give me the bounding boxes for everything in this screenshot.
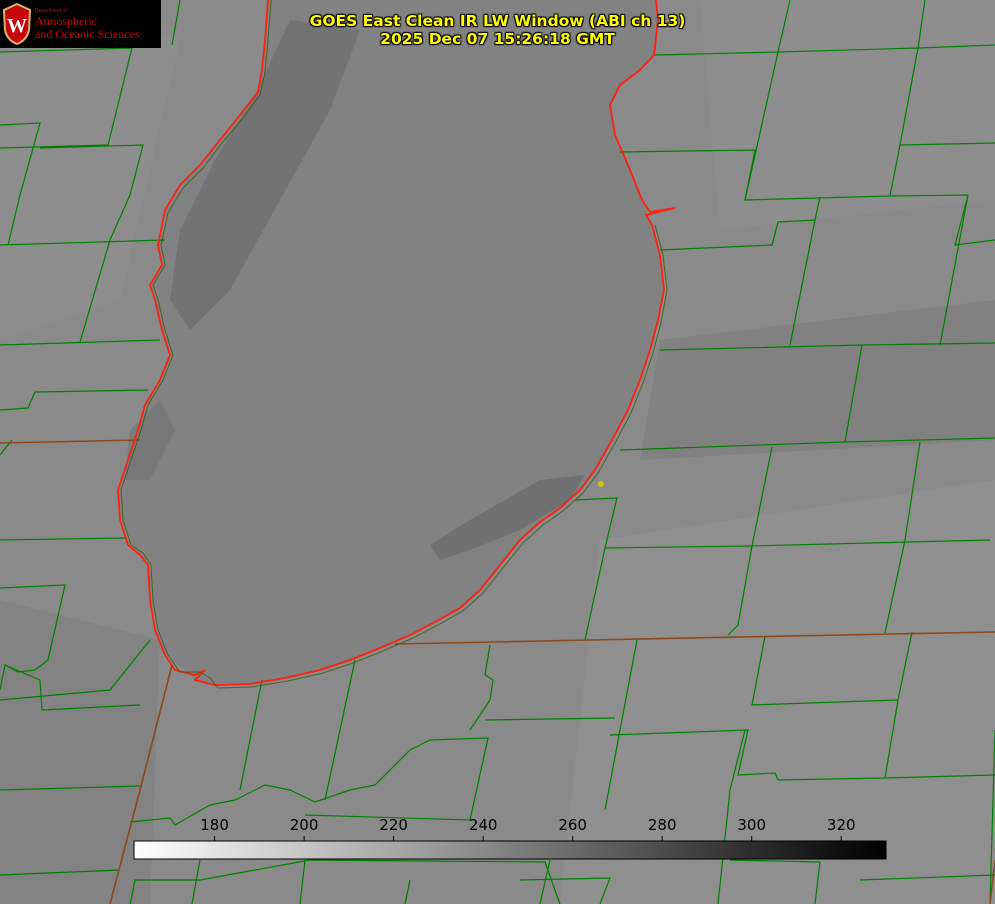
station-marker-icon (598, 481, 604, 487)
colorbar-tick-label: 280 (648, 816, 677, 834)
satellite-map: 180 200 220 240 260 280 300 320 (0, 0, 995, 904)
colorbar-tick-label: 300 (737, 816, 766, 834)
logo-line-2: and Oceanic Sciences (35, 27, 140, 41)
image-title: GOES East Clean IR LW Window (ABI ch 13) (309, 12, 686, 30)
colorbar-tick-label: 200 (290, 816, 319, 834)
uw-seal-icon: W (2, 2, 32, 46)
colorbar-gradient (133, 840, 887, 860)
image-timestamp: 2025 Dec 07 15:26:18 GMT (380, 30, 615, 48)
svg-text:W: W (7, 15, 27, 37)
uw-aos-logo: W Department of Atmospheric and Oceanic … (0, 0, 161, 48)
colorbar-tick-label: 180 (200, 816, 229, 834)
colorbar-tick-label: 220 (379, 816, 408, 834)
colorbar-tick-label: 320 (827, 816, 856, 834)
colorbar-tick-label: 240 (469, 816, 498, 834)
colorbar-tick-label: 260 (558, 816, 587, 834)
